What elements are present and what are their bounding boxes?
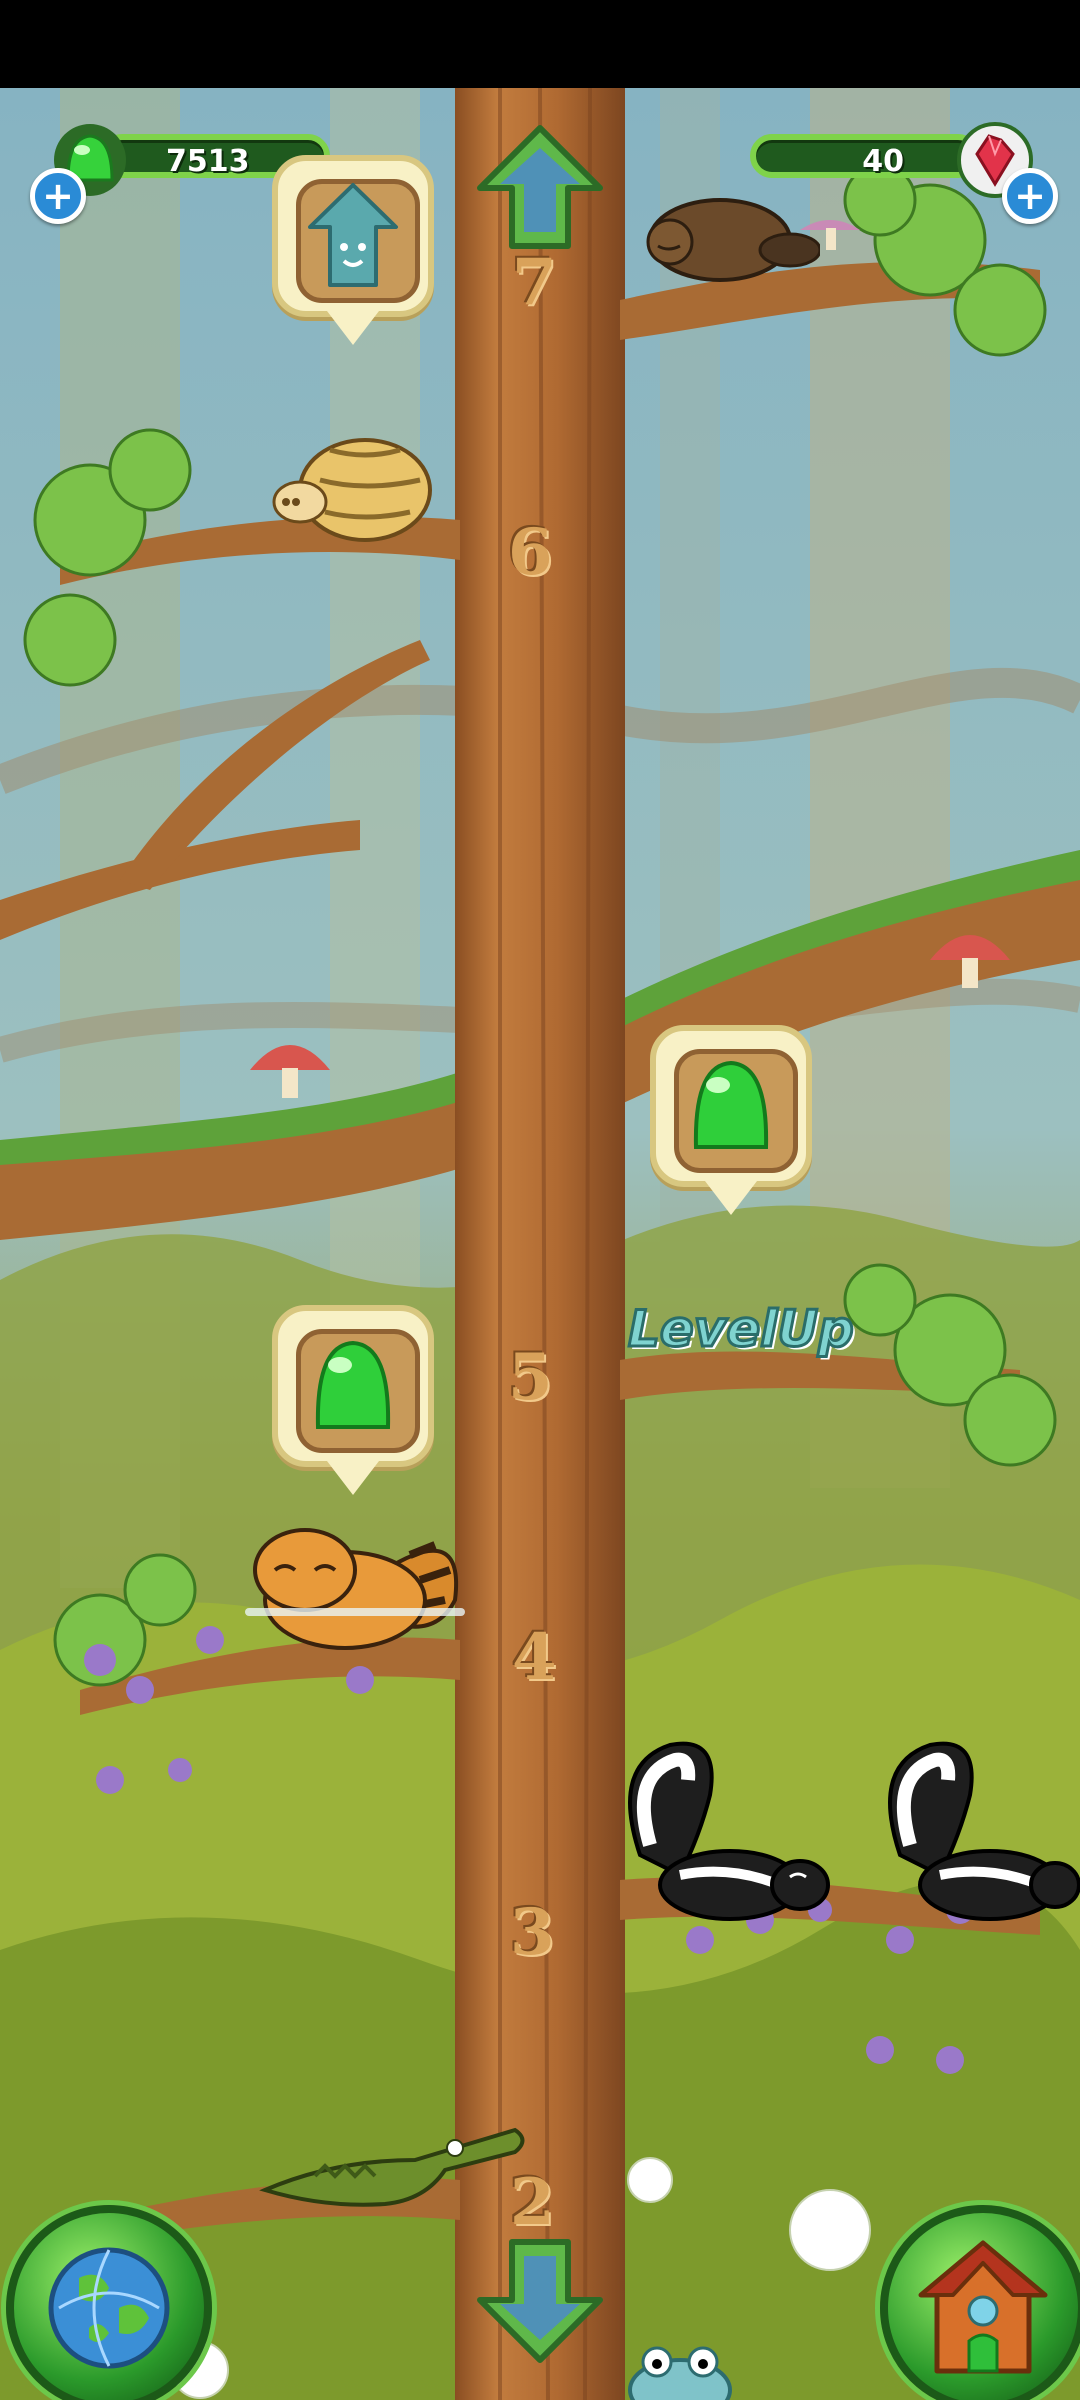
plus-icon: + (42, 174, 74, 218)
beaver-sprite[interactable] (640, 180, 820, 290)
skunk-sprite[interactable] (870, 1735, 1080, 1935)
world-map-button[interactable] (6, 2205, 212, 2400)
arrow-down-icon[interactable] (470, 2230, 610, 2370)
skunk-sprite[interactable] (610, 1735, 840, 1935)
jelly-bubble[interactable] (650, 1025, 812, 1215)
jelly-icon (693, 1060, 769, 1149)
level-up-label[interactable]: LevelUp (627, 1299, 856, 1360)
frog-sprite[interactable] (625, 2340, 735, 2400)
game-scene: 7513 + 40 + 7 6 5 4 3 2 LevelUp (0, 0, 1080, 2400)
floor-number: 7 (512, 245, 557, 320)
jelly-count: 7513 (166, 144, 250, 179)
home-button[interactable] (880, 2205, 1080, 2400)
jelly-bubble[interactable] (272, 1305, 434, 1495)
crocodile-sprite[interactable] (255, 2100, 535, 2220)
red-panda-sprite[interactable] (235, 1500, 475, 1660)
forest-background (0, 87, 1080, 2400)
add-gems-button[interactable]: + (1002, 168, 1058, 224)
floor-number: 3 (510, 1895, 555, 1970)
floor-number: 5 (508, 1340, 553, 1415)
globe-icon (48, 2247, 170, 2369)
house-icon (918, 2240, 1048, 2374)
plus-icon: + (1014, 174, 1046, 218)
jelly-icon (315, 1340, 391, 1429)
floor-number: 6 (508, 515, 553, 590)
armadillo-sprite[interactable] (270, 420, 440, 550)
arrow-up-icon[interactable] (470, 118, 610, 258)
upgrade-bubble[interactable] (272, 155, 434, 345)
home-upgrade-icon (308, 183, 398, 287)
add-jelly-button[interactable]: + (30, 168, 86, 224)
gem-count: 40 (862, 144, 904, 179)
gem-count-bar: 40 (750, 134, 980, 179)
status-bar (0, 0, 1080, 88)
floor-number: 4 (512, 1620, 557, 1695)
